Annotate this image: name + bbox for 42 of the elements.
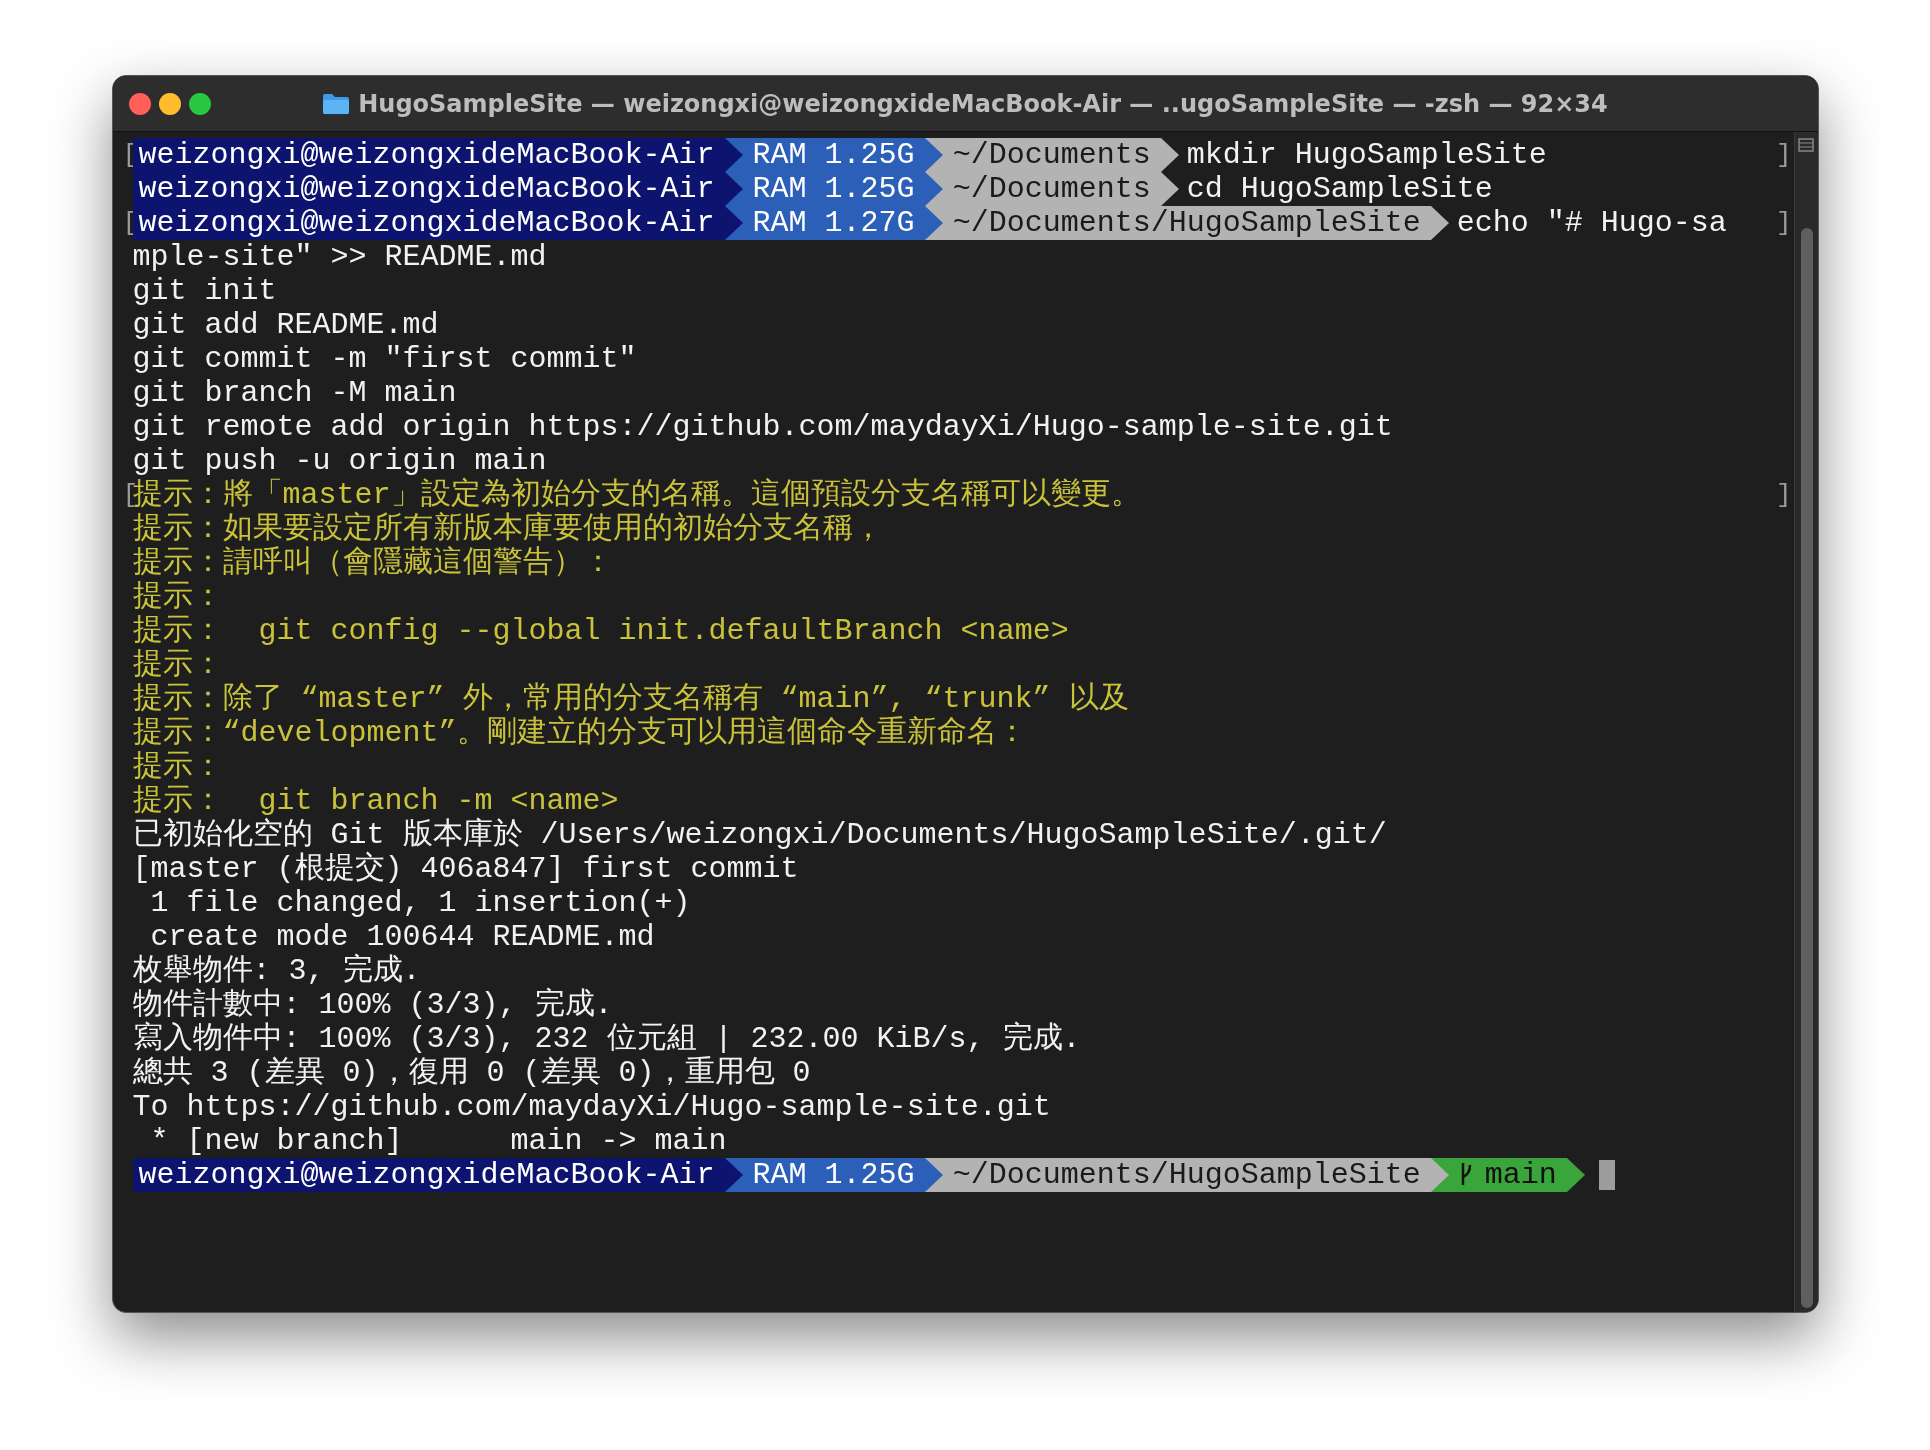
hint-text: 提示：將「master」設定為初始分支的名稱。這個預設分支名稱可以變更。 — [132, 478, 1141, 512]
hint-text: 提示：請呼叫（會隱藏這個警告）： — [132, 546, 613, 580]
output-text: git commit -m "first commit" — [132, 342, 637, 376]
hint-text: 提示： — [132, 580, 223, 614]
close-button[interactable] — [128, 93, 151, 115]
output-text: create mode 100644 README.md — [149, 920, 655, 954]
output-text: * [new branch] main -> main — [149, 1124, 727, 1158]
hint-text: 提示： git branch -m <name> — [132, 784, 619, 818]
mark-bracket: ] — [1775, 207, 1792, 240]
hint-text: 提示：“development”。剛建立的分支可以用這個命令重新命名： — [132, 716, 1027, 750]
output-text: 物件計數中: 100% (3/3), 完成. — [132, 988, 613, 1022]
output-text: 總共 3 (差異 0)，復用 0 (差異 0)，重用包 0 — [132, 1056, 811, 1090]
output-text: git init — [132, 274, 277, 308]
output-text: To https://github.com/maydayXi/Hugo-sample-site.git — [132, 1090, 1051, 1124]
hint-text: 提示：如果要設定所有新版本庫要使用的初始分支名稱， — [132, 512, 883, 546]
hint-text: 提示：除了 “master” 外，常用的分支名稱有 “main”, “trunk” 以及 — [132, 682, 1129, 716]
hint-text: 提示： — [132, 750, 223, 784]
hint-text: 提示： git config --global init.defaultBranch <name> — [132, 614, 1069, 648]
folder-icon — [322, 92, 351, 115]
scroll-thumb[interactable] — [1800, 228, 1813, 1308]
output-text: git add README.md — [132, 308, 439, 342]
output-text: git push -u origin main — [132, 444, 547, 478]
minimize-button[interactable] — [158, 93, 181, 115]
output-text: [master (根提交) 406a847] first commit — [132, 852, 799, 886]
output-text: git branch -M main — [132, 376, 457, 410]
output-text: 已初始化空的 Git 版本庫於 /Users/weizongxi/Documents/HugoSampleSite/.git/ — [132, 818, 1387, 852]
mark-bracket: ] — [1775, 479, 1792, 512]
hint-text: 提示： — [132, 648, 223, 682]
command-text: cd HugoSampleSite — [1185, 172, 1493, 206]
split-pane-icon[interactable] — [1797, 138, 1814, 152]
command-text: mkdir HugoSampleSite — [1185, 138, 1547, 172]
mark-bracket: ] — [1775, 139, 1792, 172]
zoom-button[interactable] — [188, 93, 211, 115]
window-title: HugoSampleSite — weizongxi@weizongxideMacBook-Air — ..ugoSampleSite — -zsh — 92×34 — [358, 89, 1608, 118]
output-text: 枚舉物件: 3, 完成. — [132, 954, 421, 988]
output-text: git remote add origin https://github.com/maydayXi/Hugo-sample-site.git — [132, 410, 1393, 444]
mark-bracket: [ — [122, 480, 133, 512]
output-text: 1 file changed, 1 insertion(+) — [149, 886, 691, 920]
scrollbar[interactable] — [1793, 132, 1818, 1312]
output-text: mple-site" >> README.md — [132, 240, 547, 274]
command-text: echo "# Hugo-sa — [1455, 206, 1727, 240]
output-text: 寫入物件中: 100% (3/3), 232 位元組 | 232.00 KiB/s, 完成. — [132, 1022, 1081, 1056]
